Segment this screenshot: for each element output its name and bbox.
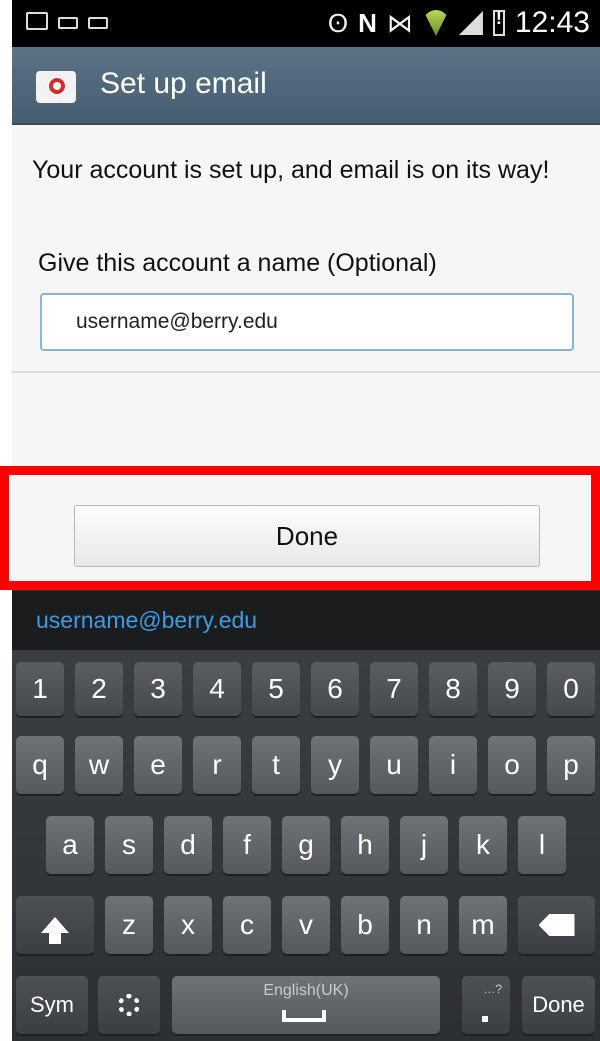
gear-icon xyxy=(118,994,140,1016)
key-h[interactable]: h xyxy=(341,816,389,874)
key-o[interactable]: o xyxy=(488,736,536,794)
sym-key[interactable]: Sym xyxy=(16,976,88,1034)
battery-alert-icon xyxy=(492,8,505,36)
suggestion-item[interactable]: username@berry.edu xyxy=(36,607,257,634)
eye-icon: ʘ xyxy=(327,8,349,38)
keyboard-notification-icon xyxy=(88,16,108,29)
space-key[interactable]: English(UK) xyxy=(172,976,440,1034)
status-indicators: ʘ N ⋈ 12:43 xyxy=(328,6,590,40)
key-e[interactable]: e xyxy=(134,736,182,794)
key-p[interactable]: p xyxy=(547,736,595,794)
period-icon xyxy=(482,1016,488,1022)
period-key[interactable]: …? xyxy=(462,976,510,1034)
status-notifications xyxy=(26,12,108,30)
suggestion-bar: username@berry.edu xyxy=(12,590,600,650)
key-8[interactable]: 8 xyxy=(429,662,477,716)
key-9[interactable]: 9 xyxy=(488,662,536,716)
image-notification-icon xyxy=(26,12,48,30)
key-t[interactable]: t xyxy=(252,736,300,794)
page-title: Set up email xyxy=(100,67,267,100)
key-s[interactable]: s xyxy=(105,816,153,874)
key-6[interactable]: 6 xyxy=(311,662,359,716)
key-d[interactable]: d xyxy=(164,816,212,874)
key-2[interactable]: 2 xyxy=(75,662,123,716)
vibrate-icon: ⋈ xyxy=(386,8,413,38)
key-f[interactable]: f xyxy=(223,816,271,874)
account-name-label: Give this account a name (Optional) xyxy=(38,249,437,277)
nfc-icon: N xyxy=(358,7,377,38)
key-i[interactable]: i xyxy=(429,736,477,794)
title-bar: Set up email xyxy=(12,47,600,125)
key-x[interactable]: x xyxy=(164,896,212,954)
key-1[interactable]: 1 xyxy=(16,662,64,716)
status-time: 12:43 xyxy=(514,6,590,39)
period-hint: …? xyxy=(483,982,502,996)
status-bar: ʘ N ⋈ 12:43 xyxy=(12,0,600,47)
key-v[interactable]: v xyxy=(282,896,330,954)
backspace-key[interactable] xyxy=(518,896,595,954)
shift-key[interactable] xyxy=(16,896,94,954)
keyboard-done-key[interactable]: Done xyxy=(522,976,595,1034)
backspace-icon xyxy=(538,914,575,936)
wifi-icon xyxy=(422,10,449,36)
key-m[interactable]: m xyxy=(459,896,507,954)
keyboard: 1 2 3 4 5 6 7 8 9 0 q w e r t y u i o p … xyxy=(12,650,600,1041)
key-7[interactable]: 7 xyxy=(370,662,418,716)
key-r[interactable]: r xyxy=(193,736,241,794)
key-q[interactable]: q xyxy=(16,736,64,794)
key-3[interactable]: 3 xyxy=(134,662,182,716)
key-g[interactable]: g xyxy=(282,816,330,874)
done-button[interactable]: Done xyxy=(74,505,540,567)
shift-arrow-icon xyxy=(41,917,69,944)
key-5[interactable]: 5 xyxy=(252,662,300,716)
key-a[interactable]: a xyxy=(46,816,94,874)
space-icon xyxy=(282,1010,326,1022)
space-language-label: English(UK) xyxy=(263,982,349,999)
key-b[interactable]: b xyxy=(341,896,389,954)
key-4[interactable]: 4 xyxy=(193,662,241,716)
key-0[interactable]: 0 xyxy=(547,662,595,716)
account-name-input[interactable] xyxy=(40,293,574,351)
key-z[interactable]: z xyxy=(105,896,153,954)
key-k[interactable]: k xyxy=(459,816,507,874)
key-j[interactable]: j xyxy=(400,816,448,874)
setup-complete-message: Your account is set up, and email is on … xyxy=(32,156,550,184)
settings-key[interactable] xyxy=(98,976,160,1034)
key-y[interactable]: y xyxy=(311,736,359,794)
key-n[interactable]: n xyxy=(400,896,448,954)
key-l[interactable]: l xyxy=(518,816,566,874)
divider xyxy=(12,371,600,373)
key-u[interactable]: u xyxy=(370,736,418,794)
key-c[interactable]: c xyxy=(223,896,271,954)
key-w[interactable]: w xyxy=(75,736,123,794)
signal-icon xyxy=(458,11,483,35)
email-app-icon xyxy=(36,71,76,103)
voicemail-icon xyxy=(58,16,78,29)
